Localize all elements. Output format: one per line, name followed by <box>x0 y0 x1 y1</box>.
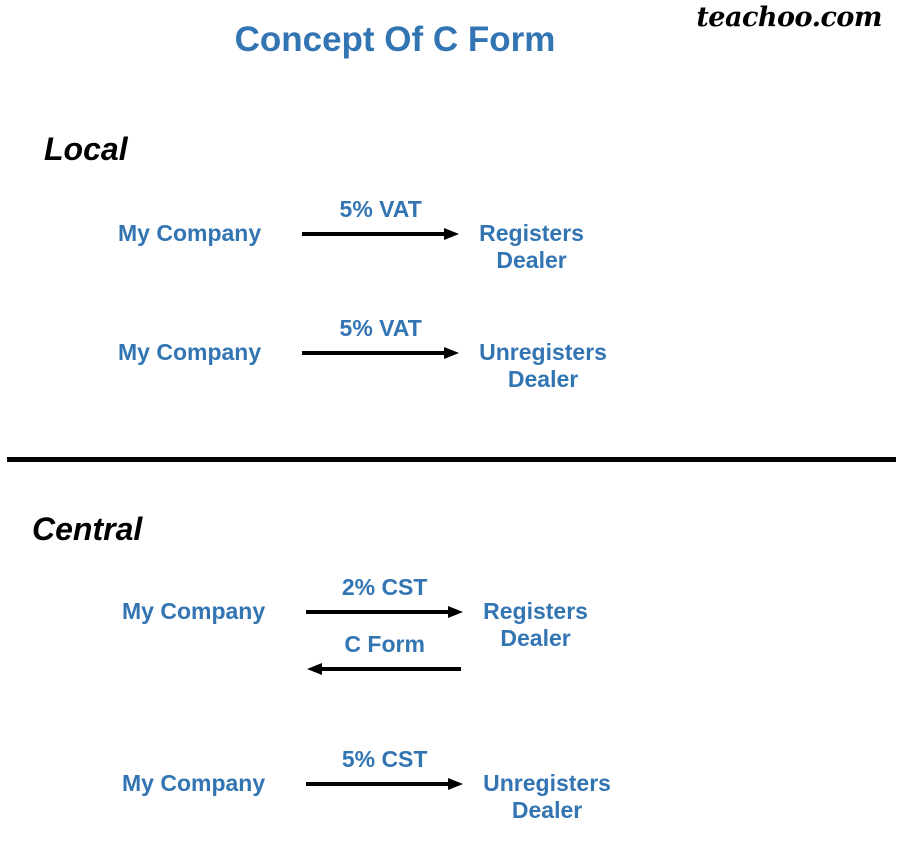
arrow-label: 2% CST <box>341 574 428 600</box>
flow-target-line-1: Unregisters <box>483 770 611 796</box>
arrow-stack: 5% CST <box>302 748 467 791</box>
flow-target-line-2: Dealer <box>500 624 571 651</box>
arrow-right-icon <box>305 606 463 618</box>
flow-target-line-1: Registers <box>483 598 588 624</box>
arrow-group: C Form <box>302 633 467 676</box>
flow-target-line-1: Registers <box>479 220 584 246</box>
arrow-label: 5% CST <box>341 746 428 772</box>
page-title: Concept Of C Form <box>234 20 556 59</box>
arrow-group: 5% VAT <box>298 317 463 360</box>
flow-source-label: My Company <box>122 598 266 624</box>
arrow-stack: 2% CST C Form <box>302 576 467 676</box>
arrow-right-icon <box>301 347 459 359</box>
arrow-stack: 5% VAT <box>298 198 463 241</box>
diagram-canvas: teachoo.com Concept Of C Form Local My C… <box>0 0 904 866</box>
arrow-group: 5% VAT <box>298 198 463 241</box>
flow-row: My Company 2% CST C Form Registers Deale… <box>122 576 588 676</box>
arrow-label: 5% VAT <box>339 315 422 341</box>
arrow-right-icon <box>301 228 459 240</box>
flow-row: My Company 5% VAT Unregisters Dealer <box>118 317 607 392</box>
flow-target-line-2: Dealer <box>507 365 579 392</box>
arrow-left-icon <box>306 663 461 675</box>
arrow-label: 5% VAT <box>339 196 422 222</box>
flow-target-line-2: Dealer <box>496 246 567 273</box>
arrow-stack: 5% VAT <box>298 317 463 360</box>
flow-target-label: Unregisters Dealer <box>479 317 607 392</box>
flow-row: My Company 5% VAT Registers Dealer <box>118 198 584 273</box>
arrow-group: 2% CST <box>302 576 467 619</box>
section-heading-central: Central <box>32 511 143 547</box>
section-divider <box>7 457 896 462</box>
flow-target-label: Unregisters Dealer <box>483 748 611 823</box>
flow-target-line-2: Dealer <box>511 796 583 823</box>
flow-target-line-1: Unregisters <box>479 339 607 365</box>
arrow-group: 5% CST <box>302 748 467 791</box>
flow-target-label: Registers Dealer <box>479 198 584 273</box>
section-heading-local: Local <box>44 131 128 167</box>
flow-source-label: My Company <box>122 770 266 796</box>
arrow-right-icon <box>305 778 463 790</box>
flow-target-label: Registers Dealer <box>483 576 588 651</box>
flow-source-label: My Company <box>118 220 262 246</box>
flow-source-label: My Company <box>118 339 262 365</box>
flow-row: My Company 5% CST Unregisters Dealer <box>122 748 611 823</box>
arrow-label: C Form <box>344 631 425 657</box>
